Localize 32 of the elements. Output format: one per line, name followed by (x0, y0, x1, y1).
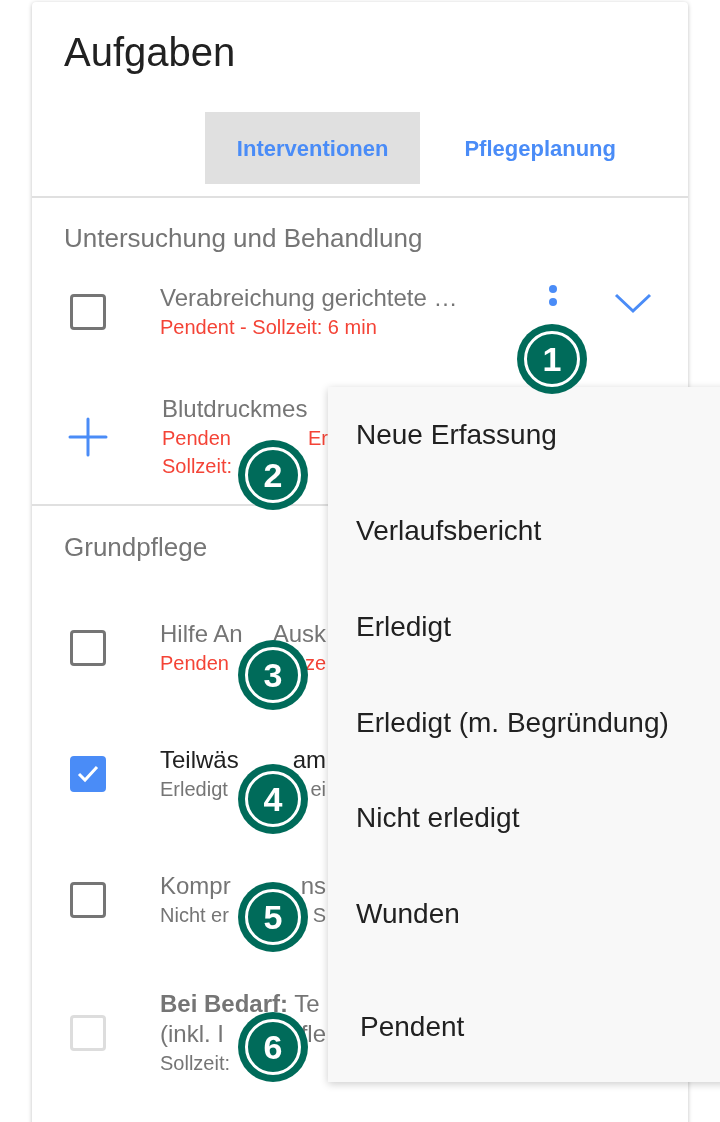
task-status: Erledigt (160, 777, 228, 802)
task-status: Nicht er (160, 903, 229, 928)
checkbox[interactable] (70, 756, 106, 792)
menu-item[interactable]: Verlaufsbericht (328, 482, 720, 579)
section-header: Grundpflege (64, 531, 208, 563)
task-status: Sollzeit: (160, 1051, 231, 1076)
task-title: Teilwäs (160, 745, 239, 775)
menu-item[interactable]: Wunden (328, 866, 720, 963)
task-status: ei (310, 777, 326, 802)
task-title: (inkl. I (160, 1019, 224, 1049)
task-title: Verabreichung gerichtete … (160, 283, 458, 313)
task-status: Sollzeit: (162, 454, 233, 479)
section-header: Untersuchung und Behandlung (64, 222, 423, 254)
task-status: Pendent - Sollzeit: 6 min (160, 315, 377, 340)
task-status: Penden (162, 426, 231, 451)
chevron-down-icon[interactable] (614, 292, 652, 314)
task-status: S (312, 903, 326, 928)
add-icon[interactable] (68, 417, 108, 457)
task-title: Bei Bedarf: Te (160, 989, 320, 1019)
menu-item[interactable]: Erledigt (328, 578, 720, 675)
task-title: Blutdruckmes (162, 394, 308, 424)
checkbox[interactable] (70, 882, 106, 918)
checkbox[interactable] (70, 294, 106, 330)
menu-item[interactable]: Nicht erledigt (328, 770, 720, 867)
task-status: Penden (160, 651, 229, 676)
card-title: Aufgaben (64, 29, 236, 76)
checkbox[interactable] (70, 630, 106, 666)
more-icon[interactable] (548, 284, 558, 306)
task-title: Kompr (160, 871, 231, 901)
task-status: Er (308, 426, 328, 451)
menu-item[interactable]: Erledigt (m. Begründung) (328, 674, 720, 771)
menu-item[interactable]: Pendent (328, 962, 720, 1082)
